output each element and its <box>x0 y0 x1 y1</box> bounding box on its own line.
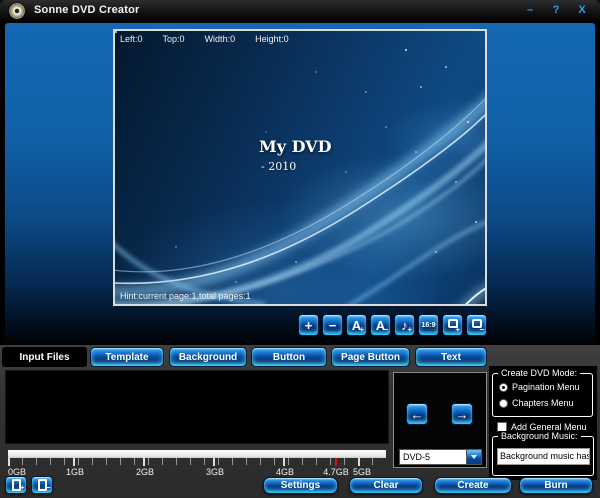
wave-artwork <box>115 31 487 306</box>
capacity-bar <box>8 450 386 458</box>
remove-object-button[interactable]: − <box>322 314 343 336</box>
remove-file-icon: − <box>38 479 47 491</box>
burn-button[interactable]: Burn <box>519 477 593 494</box>
add-music-button[interactable]: ♪+ <box>394 314 415 336</box>
tab-background[interactable]: Background <box>169 347 247 367</box>
stars-decoration <box>115 31 117 33</box>
capacity-label: 1GB <box>66 467 84 477</box>
tab-button[interactable]: Button <box>251 347 327 367</box>
dvd-menu-subtitle[interactable]: - 2010 <box>261 160 296 173</box>
radio-selected-icon <box>499 383 508 392</box>
tab-page-button[interactable]: Page Button <box>331 347 410 367</box>
font-increase-button[interactable]: A+ <box>346 314 367 336</box>
background-music-group: Background Music: Background music has n… <box>492 436 594 476</box>
selection-info: Left:0 Top:0 Width:0 Height:0 <box>120 34 289 44</box>
disc-format-value: DVD-5 <box>400 452 466 462</box>
zoom-out-button[interactable]: − <box>466 314 487 336</box>
capacity-label: 4GB <box>276 467 294 477</box>
selection-width: Width:0 <box>205 34 236 44</box>
zoom-in-button[interactable]: + <box>442 314 463 336</box>
clear-button[interactable]: Clear <box>349 477 423 494</box>
minimize-button[interactable]: – <box>520 2 540 18</box>
app-window: Sonne DVD Creator – ? X Left:0 Top:0 <box>0 0 600 498</box>
disc-format-dropdown[interactable]: DVD-5 <box>399 449 482 465</box>
create-button[interactable]: Create <box>434 477 512 494</box>
radio-icon <box>499 399 508 408</box>
chevron-down-icon <box>471 455 477 459</box>
capacity-label: 5GB <box>353 467 371 477</box>
tab-template[interactable]: Template <box>90 347 164 367</box>
edit-toolbar: + − A+ A− ♪+ 16:9 + − <box>298 314 487 336</box>
help-button[interactable]: ? <box>546 2 566 18</box>
capacity-minor-ticks <box>8 458 386 465</box>
capacity-label: 2GB <box>136 467 154 477</box>
arrow-left-icon: ← <box>411 407 424 422</box>
capacity-ruler: 0GB 1GB 2GB 3GB 4GB 4.7GB 5GB <box>5 446 390 478</box>
add-file-button[interactable]: + <box>5 476 27 494</box>
next-page-button[interactable]: → <box>451 403 473 425</box>
app-title: Sonne DVD Creator <box>34 4 139 16</box>
selection-left: Left:0 <box>120 34 143 44</box>
dvd-disc-icon <box>9 3 25 19</box>
disc-selector-panel: ← → DVD-5 <box>393 372 487 468</box>
aspect-ratio-button[interactable]: 16:9 <box>418 314 439 336</box>
settings-button[interactable]: Settings <box>263 477 338 494</box>
arrow-right-icon: → <box>456 407 469 422</box>
tab-input-files[interactable]: Input Files <box>2 347 87 367</box>
previous-page-button[interactable]: ← <box>406 403 428 425</box>
dvd-mode-group-label: Create DVD Mode: <box>498 368 580 378</box>
page-hint: Hint:current page:1,total pages:1 <box>120 291 251 301</box>
dvd-mode-group: Create DVD Mode: Pagination Menu Chapter… <box>492 373 593 417</box>
menu-preview-canvas[interactable]: Left:0 Top:0 Width:0 Height:0 My DVD - 2… <box>113 29 487 306</box>
selection-top: Top:0 <box>163 34 185 44</box>
dvd-menu-title[interactable]: My DVD <box>259 137 331 156</box>
close-button[interactable]: X <box>572 2 592 18</box>
selection-height: Height:0 <box>255 34 289 44</box>
capacity-label: 3GB <box>206 467 224 477</box>
add-file-icon: + <box>12 479 21 491</box>
radio-pagination-menu[interactable]: Pagination Menu <box>499 382 580 392</box>
titlebar: Sonne DVD Creator – ? X <box>0 0 600 23</box>
background-music-input[interactable]: Background music has nx <box>497 448 590 465</box>
input-file-list[interactable] <box>5 370 389 444</box>
options-panel: Create DVD Mode: Pagination Menu Chapter… <box>489 366 597 480</box>
font-decrease-button[interactable]: A− <box>370 314 391 336</box>
remove-file-button[interactable]: − <box>31 476 53 494</box>
radio-chapters-menu[interactable]: Chapters Menu <box>499 398 574 408</box>
tab-text[interactable]: Text <box>415 347 487 367</box>
capacity-label-dvd: 4.7GB <box>323 467 349 477</box>
dvd-capacity-marker <box>335 458 337 466</box>
background-music-group-label: Background Music: <box>498 431 581 441</box>
dropdown-button[interactable] <box>466 450 481 464</box>
add-object-button[interactable]: + <box>298 314 319 336</box>
